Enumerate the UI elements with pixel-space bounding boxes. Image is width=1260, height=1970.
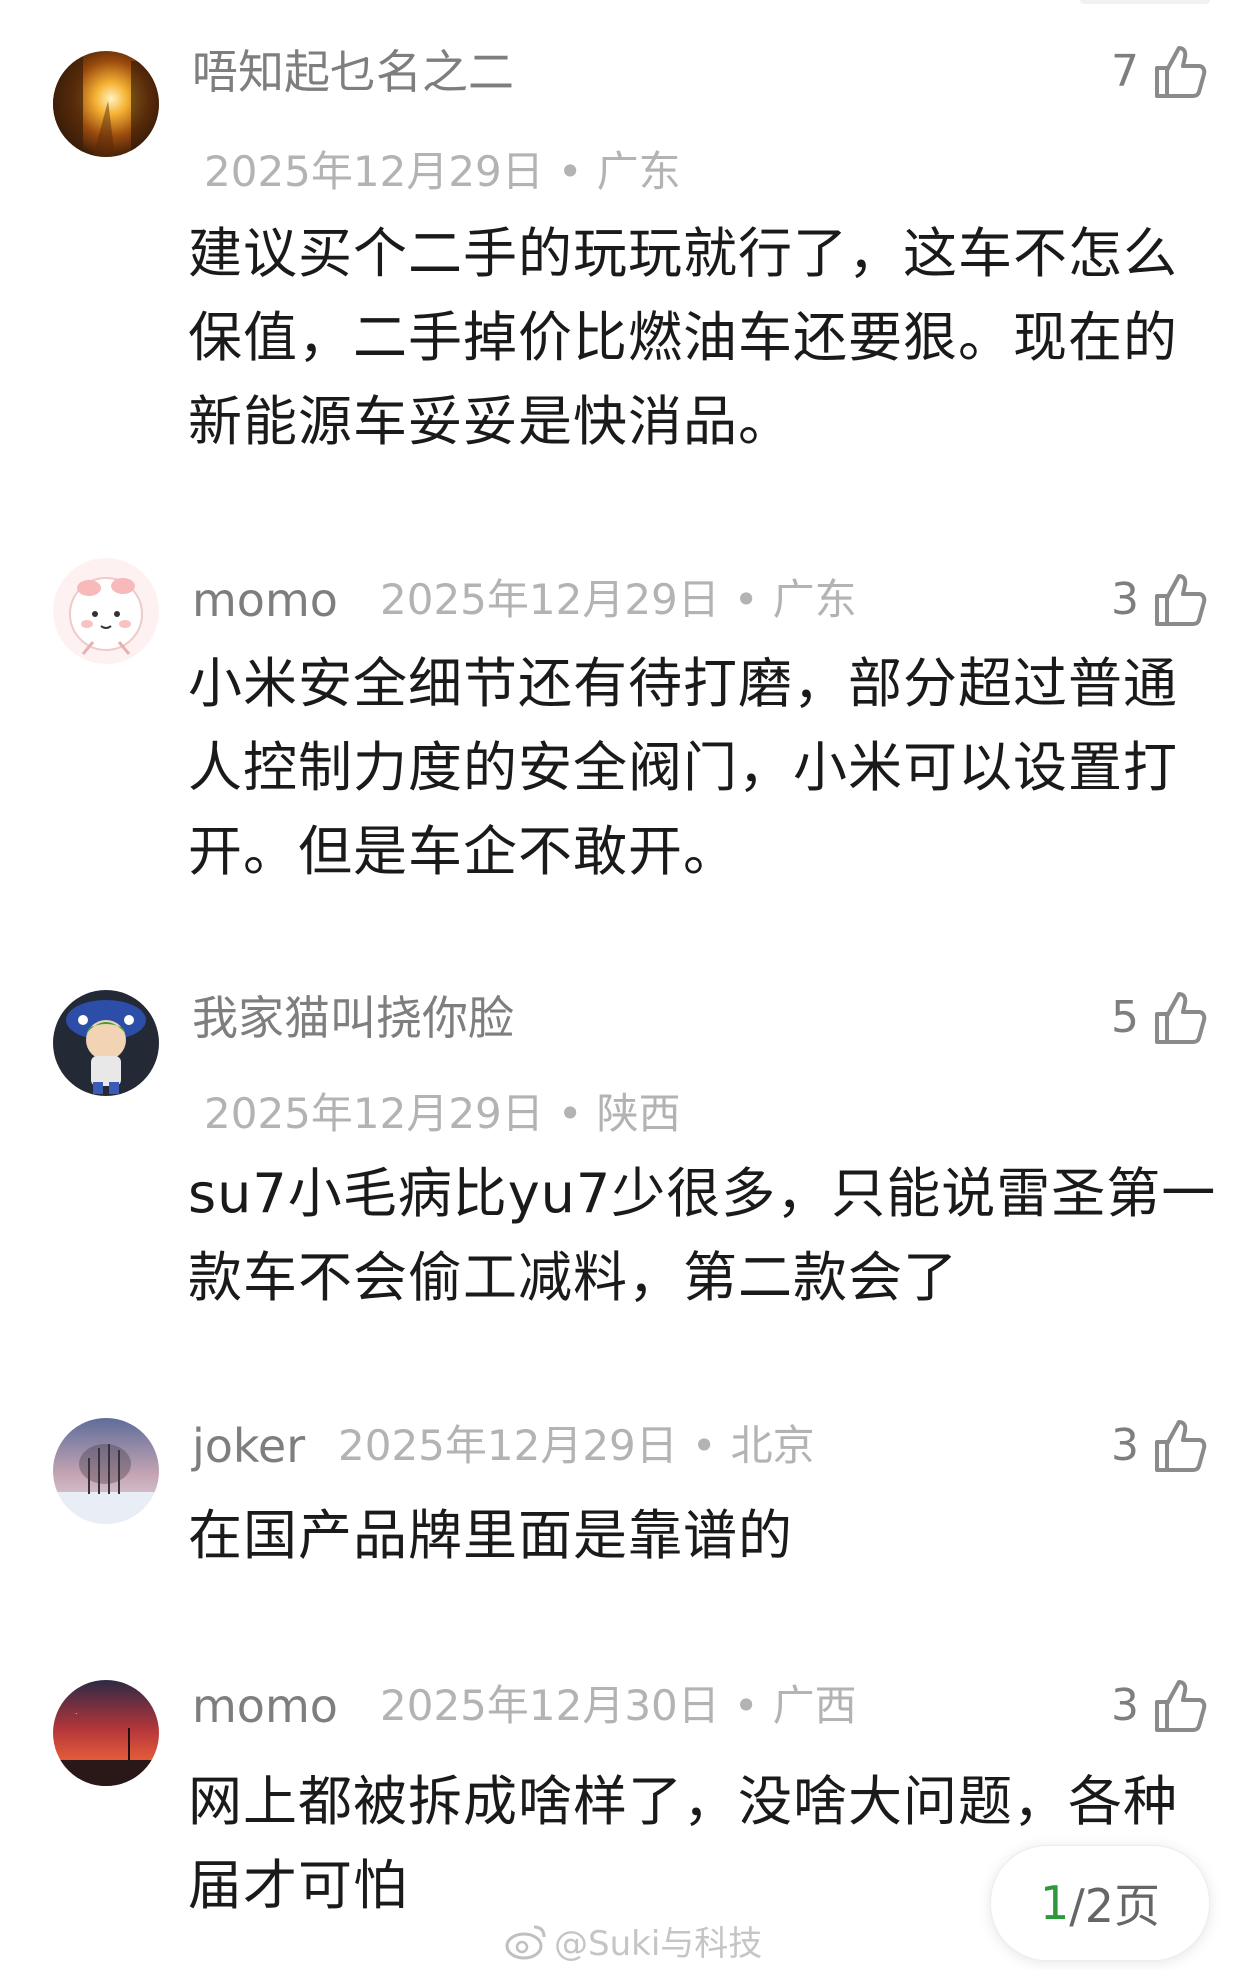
- thumbs-up-icon: [1153, 990, 1207, 1046]
- total-pages: /2页: [1069, 1879, 1161, 1933]
- meta-dot: •: [733, 575, 759, 624]
- comment-location: 北京: [730, 1421, 815, 1470]
- thumbs-up-icon: [1153, 44, 1207, 100]
- user-avatar[interactable]: [53, 1418, 159, 1524]
- like-count: 3: [1111, 1680, 1139, 1731]
- like-count: 3: [1111, 574, 1139, 625]
- meta-dot: •: [557, 147, 583, 196]
- comment-meta: 2025年12月29日 • 广东: [380, 572, 857, 628]
- meta-dot: •: [691, 1421, 717, 1470]
- like-button[interactable]: 3: [1111, 1414, 1207, 1478]
- username[interactable]: 唔知起乜名之二: [192, 42, 514, 102]
- username[interactable]: joker: [192, 1416, 305, 1476]
- watermark-text: @Suki与科技: [554, 1924, 763, 1964]
- comment-meta: 2025年12月29日 • 广东: [204, 144, 681, 200]
- comment-date: 2025年12月29日: [338, 1421, 678, 1470]
- username[interactable]: 我家猫叫挠你脸: [192, 988, 514, 1048]
- like-button[interactable]: 7: [1111, 40, 1207, 104]
- comment-meta: 2025年12月29日 • 陕西: [204, 1086, 681, 1142]
- comment-location: 广东: [596, 147, 681, 196]
- like-button[interactable]: 3: [1111, 568, 1207, 632]
- like-button[interactable]: 5: [1111, 986, 1207, 1050]
- username[interactable]: momo: [192, 570, 338, 630]
- comment-date: 2025年12月29日: [204, 1089, 544, 1138]
- comment-meta: 2025年12月30日 • 广西: [380, 1678, 857, 1734]
- user-avatar[interactable]: [53, 558, 159, 664]
- top-edge-shadow: [1080, 0, 1210, 4]
- like-count: 3: [1111, 1420, 1139, 1471]
- comment-date: 2025年12月30日: [380, 1681, 720, 1730]
- comment-date: 2025年12月29日: [204, 147, 544, 196]
- meta-dot: •: [557, 1089, 583, 1138]
- comment-location: 广东: [772, 575, 857, 624]
- meta-dot: •: [733, 1681, 759, 1730]
- like-button[interactable]: 3: [1111, 1674, 1207, 1738]
- like-count: 5: [1111, 992, 1139, 1043]
- user-avatar[interactable]: [53, 51, 159, 157]
- comment-text: 建议买个二手的玩玩就行了，这车不怎么保值，二手掉价比燃油车还要狠。现在的新能源车…: [188, 222, 1178, 453]
- user-avatar[interactable]: .: [53, 1680, 159, 1786]
- user-avatar[interactable]: [53, 990, 159, 1096]
- comment-text: 小米安全细节还有待打磨，部分超过普通人控制力度的安全阀门，小米可以设置打开。但是…: [188, 652, 1178, 883]
- current-page: 1: [1039, 1876, 1070, 1930]
- comment-text: 在国产品牌里面是靠谱的: [188, 1504, 793, 1567]
- username[interactable]: momo: [192, 1676, 338, 1736]
- thumbs-up-icon: [1153, 1678, 1207, 1734]
- thumbs-up-icon: [1153, 1418, 1207, 1474]
- thumbs-up-icon: [1153, 572, 1207, 628]
- weibo-icon: [504, 1921, 548, 1961]
- like-count: 7: [1111, 46, 1139, 97]
- comment-text: su7小毛病比yu7少很多，只能说雷圣第一款车不会偷工减料，第二款会了: [188, 1162, 1217, 1309]
- page-indicator-button[interactable]: 1/2页: [990, 1845, 1210, 1961]
- svg-text:.: .: [75, 1707, 78, 1716]
- comment-location: 陕西: [596, 1089, 681, 1138]
- comment-location: 广西: [772, 1681, 857, 1730]
- comment-meta: 2025年12月29日 • 北京: [338, 1418, 815, 1474]
- comment-date: 2025年12月29日: [380, 575, 720, 624]
- watermark: @Suki与科技: [504, 1916, 762, 1965]
